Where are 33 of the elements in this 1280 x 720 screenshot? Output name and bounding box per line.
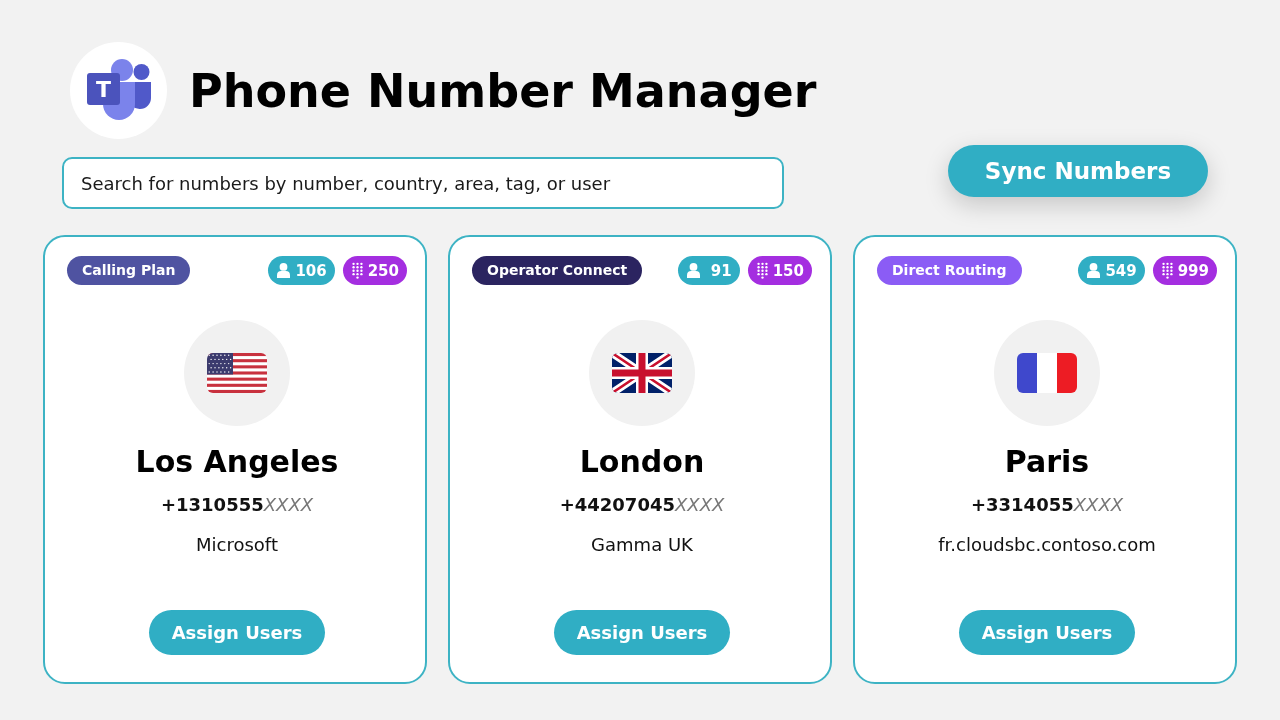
number-count: 999 [1177, 261, 1209, 280]
carrier-name: fr.cloudsbc.contoso.com [938, 533, 1156, 557]
person-icon [277, 263, 291, 278]
france-flag-icon [994, 320, 1100, 426]
assign-users-button[interactable]: Assign Users [149, 610, 325, 655]
dialpad-icon [756, 262, 768, 279]
person-icon [686, 263, 700, 278]
plan-tag: Operator Connect [472, 256, 643, 285]
assign-users-button[interactable]: Assign Users [554, 610, 730, 655]
city-name: London [579, 443, 705, 481]
number-count: 150 [772, 261, 804, 280]
uk-flag-icon [589, 320, 695, 426]
user-count: 549 [1105, 261, 1137, 280]
user-count: 91 [710, 261, 732, 280]
carrier-name: Microsoft [196, 533, 278, 557]
dialpad-icon [351, 262, 363, 279]
plan-tag: Calling Plan [67, 256, 191, 285]
plan-tag: Direct Routing [877, 256, 1022, 285]
search-field[interactable]: Search for numbers by number, country, area, tag, or user [62, 157, 784, 209]
user-count: 106 [295, 261, 327, 280]
phone-number: +3314055XXXX [970, 493, 1124, 517]
assign-users-button[interactable]: Assign Users [959, 610, 1135, 655]
city-name: Paris [1004, 443, 1090, 481]
logo-icon: T [70, 42, 167, 139]
person-icon [1087, 263, 1101, 278]
phone-number: +44207045XXXX [559, 493, 725, 517]
dialpad-icon [1161, 262, 1173, 279]
carrier-name: Gamma UK [591, 533, 693, 557]
city-name: Los Angeles [135, 443, 339, 481]
phone-number: +1310555XXXX [160, 493, 314, 517]
number-count: 250 [367, 261, 399, 280]
us-flag-icon [184, 320, 290, 426]
sync-numbers-button[interactable]: Sync Numbers [948, 145, 1208, 197]
